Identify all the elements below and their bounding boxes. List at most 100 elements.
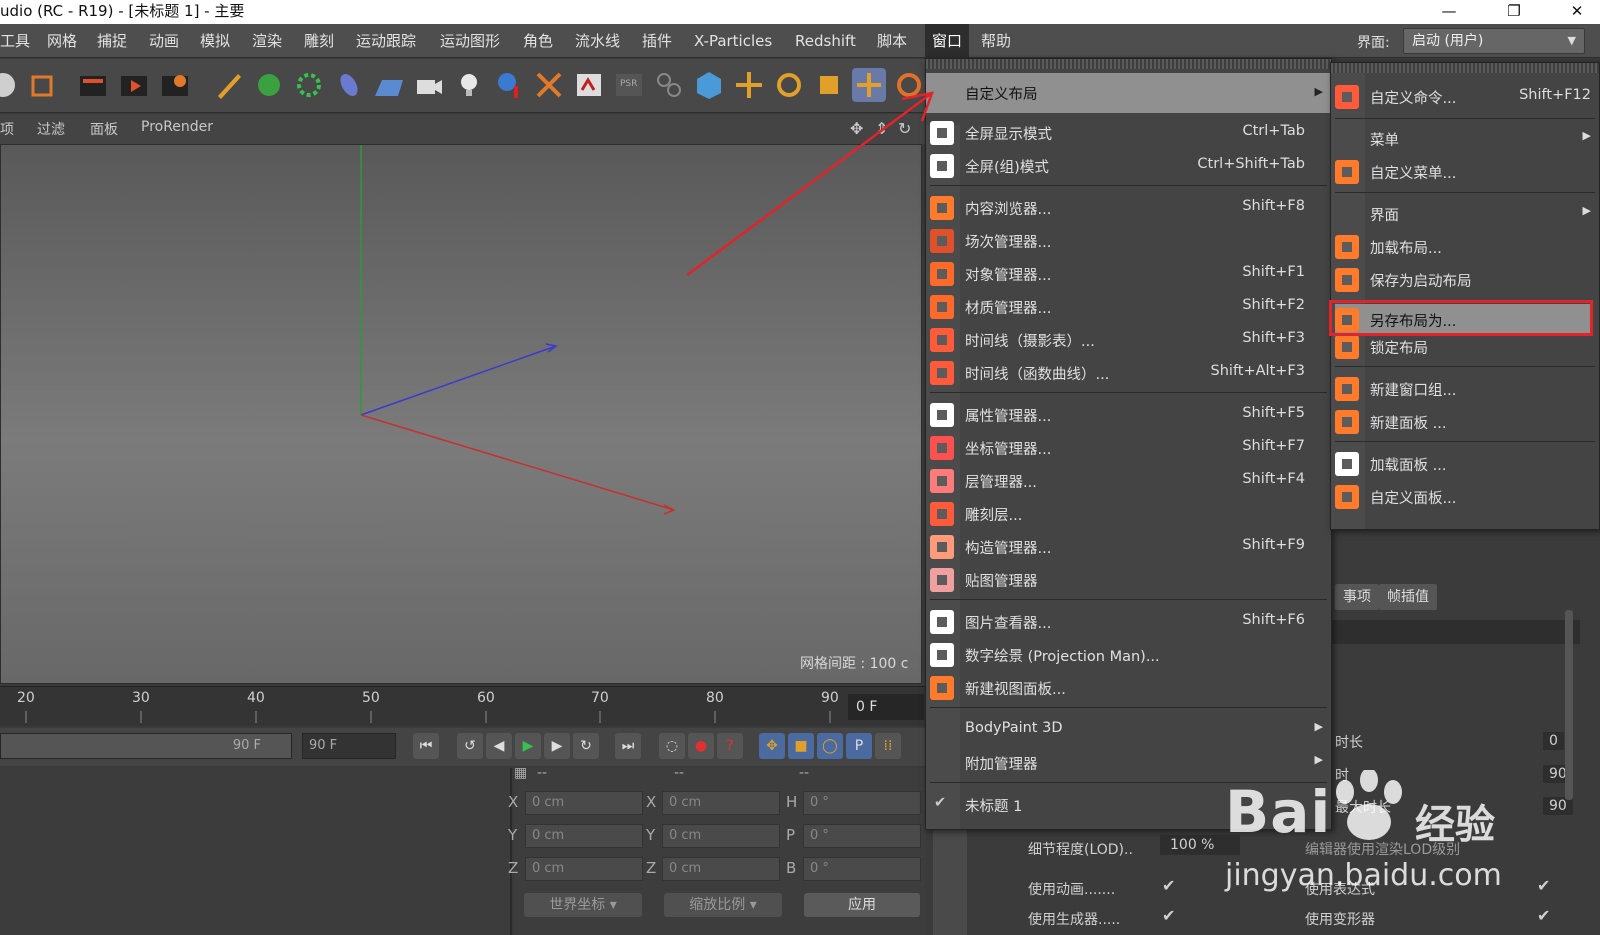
light-icon[interactable]: [452, 68, 486, 102]
spline-icon[interactable]: [332, 68, 366, 102]
autokey-icon[interactable]: ?: [717, 733, 743, 759]
use-generators-checkbox[interactable]: ✔: [1162, 906, 1175, 925]
go-to-start-icon[interactable]: ⏮: [413, 733, 439, 759]
frame-range-slider[interactable]: 90 F: [0, 733, 292, 759]
end-frame-field[interactable]: 90 F: [302, 733, 396, 759]
viewport-menu-filter[interactable]: 过滤: [37, 119, 65, 139]
menu-item-load-layout[interactable]: 加载布局...: [1331, 231, 1599, 263]
close-button[interactable]: ✕: [1554, 0, 1600, 24]
restore-button[interactable]: ❐: [1491, 0, 1537, 24]
position-x-field[interactable]: 0 cm: [525, 791, 643, 815]
menu-item-projection-man[interactable]: 数字绘景 (Projection Man)...: [926, 639, 1331, 671]
key-parameter-icon[interactable]: P: [846, 733, 872, 759]
menu-item-picture-viewer[interactable]: 图片查看器... Shift+F6: [926, 606, 1331, 638]
apply-button[interactable]: 应用: [804, 893, 920, 917]
menu-mesh[interactable]: 网格: [47, 24, 77, 58]
menu-script[interactable]: 脚本: [877, 24, 907, 58]
menu-item-customize-palettes[interactable]: 自定义面板...: [1331, 481, 1599, 513]
menu-item-new-palette[interactable]: 新建面板 ...: [1331, 406, 1599, 438]
menu-item-load-palette[interactable]: 加载面板 ...: [1331, 448, 1599, 480]
menu-render[interactable]: 渲染: [252, 24, 282, 58]
play-icon[interactable]: ▶: [515, 733, 541, 759]
menu-item-fullscreen-group[interactable]: 全屏(组)模式 Ctrl+Shift+Tab: [926, 150, 1331, 182]
menu-item-sculpt-layers[interactable]: 雕刻层...: [926, 498, 1331, 530]
menu-item-bodypaint[interactable]: BodyPaint 3D ▶: [926, 714, 1331, 746]
go-to-end-icon[interactable]: ⏭: [615, 733, 641, 759]
layout-select[interactable]: 启动 (用户) ▼: [1403, 28, 1585, 54]
coordinate-system-select[interactable]: 世界坐标 ▾: [524, 893, 642, 917]
use-animation-checkbox[interactable]: ✔: [1162, 876, 1175, 895]
menu-item-customize-menus[interactable]: 自定义菜单...: [1331, 156, 1599, 188]
render-view-icon[interactable]: [76, 68, 110, 102]
menu-window[interactable]: 窗口: [925, 24, 970, 58]
viewport-menu-prorender[interactable]: ProRender: [141, 119, 213, 135]
menu-item-interface[interactable]: 界面 ▶: [1331, 198, 1599, 230]
menu-item-material-manager[interactable]: 材质管理器... Shift+F2: [926, 291, 1331, 323]
render-picture-viewer-icon[interactable]: [117, 68, 151, 102]
menu-tools[interactable]: 工具: [0, 24, 30, 58]
position-y-field[interactable]: 0 cm: [525, 824, 643, 848]
prev-key-icon[interactable]: ↺: [457, 733, 483, 759]
menu-pipeline[interactable]: 流水线: [575, 24, 620, 58]
tag-icon[interactable]: [572, 68, 606, 102]
menu-simulate[interactable]: 模拟: [200, 24, 230, 58]
cube-generator-icon[interactable]: [252, 68, 286, 102]
undo-icon[interactable]: [0, 68, 20, 102]
menu-x-particles[interactable]: X-Particles: [694, 24, 772, 58]
floor-icon[interactable]: [372, 68, 406, 102]
pen-icon[interactable]: [212, 68, 246, 102]
attr-duration-value[interactable]: 0: [1543, 732, 1564, 750]
key-rotation-icon[interactable]: ◯: [817, 733, 843, 759]
menu-redshift[interactable]: Redshift: [795, 24, 856, 58]
menu-item-new-view-panel[interactable]: 新建视图面板...: [926, 672, 1331, 704]
deformer-icon[interactable]: [492, 68, 526, 102]
menu-item-timeline-dopesheet[interactable]: 时间线（摄影表）... Shift+F3: [926, 324, 1331, 356]
key-position-icon[interactable]: ✥: [759, 733, 785, 759]
menu-sculpt[interactable]: 雕刻: [304, 24, 334, 58]
menu-item-content-browser[interactable]: 内容浏览器... Shift+F8: [926, 192, 1331, 224]
keyframe-selection-icon[interactable]: ◌: [659, 733, 685, 759]
menu-item-menus[interactable]: 菜单 ▶: [1331, 123, 1599, 155]
tab-todo[interactable]: 事项: [1335, 584, 1379, 610]
camera-icon[interactable]: [412, 68, 446, 102]
loop-icon[interactable]: ↻: [573, 733, 599, 759]
viewport-menu-panel[interactable]: 面板: [90, 119, 118, 139]
render-settings-icon[interactable]: [158, 68, 192, 102]
tab-interpolation[interactable]: 帧插值: [1379, 584, 1437, 610]
menu-item-structure-manager[interactable]: 构造管理器... Shift+F9: [926, 531, 1331, 563]
menu-item-new-window-group[interactable]: 新建窗口组...: [1331, 373, 1599, 405]
size-y-field[interactable]: 0 cm: [662, 824, 780, 848]
menu-item-custom-layout[interactable]: 自定义布局 ▶: [926, 73, 1331, 113]
menu-item-fullscreen[interactable]: 全屏显示模式 Ctrl+Tab: [926, 117, 1331, 149]
menu-snap[interactable]: 捕捉: [97, 24, 127, 58]
menu-item-save-startup-layout[interactable]: 保存为启动布局: [1331, 264, 1599, 296]
menu-help[interactable]: 帮助: [981, 24, 1011, 58]
key-scale-icon[interactable]: ■: [788, 733, 814, 759]
scale-mode-select[interactable]: 缩放比例 ▾: [664, 893, 782, 917]
position-z-field[interactable]: 0 cm: [525, 857, 643, 881]
menu-item-coordinate-manager[interactable]: 坐标管理器... Shift+F7: [926, 432, 1331, 464]
menu-animate[interactable]: 动画: [149, 24, 179, 58]
minimize-button[interactable]: —: [1426, 0, 1472, 24]
rotation-p-field[interactable]: 0 °: [803, 824, 921, 848]
current-frame-field[interactable]: 0 F: [848, 694, 924, 720]
menu-character[interactable]: 角色: [523, 24, 553, 58]
key-pla-icon[interactable]: ⁞⁞: [875, 733, 901, 759]
menu-plugins[interactable]: 插件: [642, 24, 672, 58]
psr-icon[interactable]: PSR: [612, 68, 646, 102]
viewport-menu-options[interactable]: 项: [0, 119, 14, 139]
next-frame-icon[interactable]: ▶: [544, 733, 570, 759]
menu-item-texture-manager[interactable]: 贴图管理器: [926, 564, 1331, 596]
menu-motion-tracking[interactable]: 运动跟踪: [356, 24, 416, 58]
size-z-field[interactable]: 0 cm: [662, 857, 780, 881]
model-mode-icon[interactable]: [25, 68, 59, 102]
menu-item-take-manager[interactable]: 场次管理器...: [926, 225, 1331, 257]
menu-item-customize-commands[interactable]: 自定义命令... Shift+F12: [1331, 81, 1599, 113]
menu-item-attribute-manager[interactable]: 属性管理器... Shift+F5: [926, 399, 1331, 431]
menu-item-timeline-fcurve[interactable]: 时间线（函数曲线）... Shift+Alt+F3: [926, 357, 1331, 389]
menu-mograph[interactable]: 运动图形: [440, 24, 500, 58]
menu-item-layer-manager[interactable]: 层管理器... Shift+F4: [926, 465, 1331, 497]
rotation-h-field[interactable]: 0 °: [803, 791, 921, 815]
record-icon[interactable]: ●: [688, 733, 714, 759]
prev-frame-icon[interactable]: ◀: [486, 733, 512, 759]
